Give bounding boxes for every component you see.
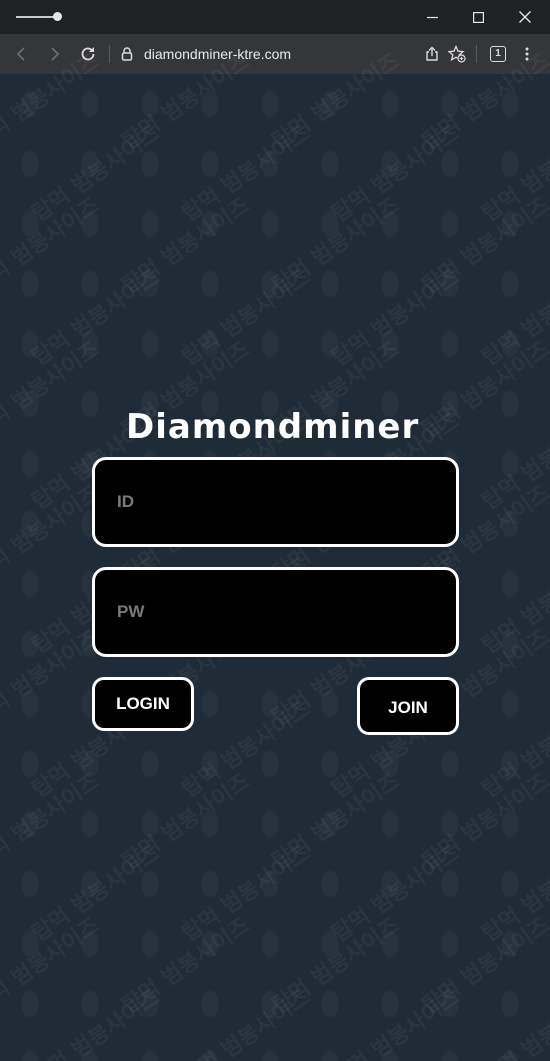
watermark-text: 탑먹 범봉사이즈 xyxy=(327,264,465,372)
watermark-text: 탑먹 범봉사이즈 xyxy=(327,984,465,1061)
share-icon[interactable] xyxy=(420,42,444,66)
tab-switcher-icon[interactable]: 1 xyxy=(490,46,506,62)
watermark-text: 탑먹 범봉사이즈 xyxy=(417,336,550,444)
tab-strip-indicator-knob[interactable] xyxy=(53,12,62,21)
toolbar-divider xyxy=(476,45,477,63)
lock-icon[interactable] xyxy=(120,46,134,62)
watermark-text: 탑먹 범봉사이즈 xyxy=(477,120,550,228)
watermark-text: 탑먹 범봉사이즈 xyxy=(0,768,105,876)
watermark-text: 탑먹 범봉사이즈 xyxy=(0,336,105,444)
watermark-text: 탑먹 범봉사이즈 xyxy=(417,768,550,876)
password-field[interactable] xyxy=(92,567,459,657)
star-add-icon[interactable] xyxy=(445,42,469,66)
watermark-text: 탑먹 범봉사이즈 xyxy=(327,840,465,948)
close-icon[interactable] xyxy=(502,0,548,34)
id-input[interactable] xyxy=(95,460,456,544)
minimize-icon[interactable] xyxy=(409,0,455,34)
watermark-text: 탑먹 범봉사이즈 xyxy=(117,768,255,876)
title-bar xyxy=(0,0,550,34)
watermark-text: 탑먹 범봉사이즈 xyxy=(0,480,105,588)
browser-window: diamondminer-ktre.com 1 탑먹 범봉사이즈 탑먹 범봉사이… xyxy=(0,0,550,1061)
watermark-text: 탑먹 범봉사이즈 xyxy=(177,840,315,948)
watermark-text: 탑먹 범봉사이즈 xyxy=(477,696,550,804)
password-input[interactable] xyxy=(95,570,456,654)
watermark-text: 탑먹 범봉사이즈 xyxy=(27,984,165,1061)
watermark-text: 탑먹 범봉사이즈 xyxy=(267,192,405,300)
watermark-text: 탑먹 범봉사이즈 xyxy=(417,912,550,1020)
arrow-left-icon[interactable] xyxy=(10,42,34,66)
watermark-text: 탑먹 범봉사이즈 xyxy=(477,840,550,948)
watermark-text: 탑먹 범봉사이즈 xyxy=(27,840,165,948)
watermark-text: 탑먹 범봉사이즈 xyxy=(117,912,255,1020)
watermark-text: 탑먹 범봉사이즈 xyxy=(327,120,465,228)
watermark-text: 탑먹 범봉사이즈 xyxy=(177,264,315,372)
watermark-text: 탑먹 범봉사이즈 xyxy=(177,696,315,804)
watermark-text: 탑먹 범봉사이즈 xyxy=(27,120,165,228)
watermark-text: 탑먹 범봉사이즈 xyxy=(117,192,255,300)
watermark-text: 탑먹 범봉사이즈 xyxy=(177,984,315,1061)
watermark-text: 탑먹 범봉사이즈 xyxy=(267,912,405,1020)
reload-icon[interactable] xyxy=(76,42,100,66)
watermark-text: 탑먹 범봉사이즈 xyxy=(0,192,105,300)
watermark-text: 탑먹 범봉사이즈 xyxy=(0,912,105,1020)
watermark-text: 탑먹 범봉사이즈 xyxy=(27,264,165,372)
watermark-text: 탑먹 범봉사이즈 xyxy=(477,408,550,516)
watermark-text: 탑먹 범봉사이즈 xyxy=(177,120,315,228)
watermark-text: 탑먹 범봉사이즈 xyxy=(478,984,550,1061)
login-button[interactable]: LOGIN xyxy=(92,677,194,731)
toolbar-divider xyxy=(109,45,110,63)
watermark-text: 탑먹 범봉사이즈 xyxy=(417,192,550,300)
maximize-icon[interactable] xyxy=(455,0,501,34)
join-button[interactable]: JOIN xyxy=(357,677,459,735)
browser-toolbar: diamondminer-ktre.com 1 xyxy=(0,34,550,74)
watermark-text: 탑먹 범봉사이즈 xyxy=(477,264,550,372)
watermark-text: 탑먹 범봉사이즈 xyxy=(267,768,405,876)
arrow-right-icon[interactable] xyxy=(42,42,66,66)
page-title: Diamondminer xyxy=(126,407,420,447)
address-bar-url[interactable]: diamondminer-ktre.com xyxy=(144,45,291,63)
watermark-text: 탑먹 범봉사이즈 xyxy=(477,552,550,660)
id-field[interactable] xyxy=(92,457,459,547)
watermark-text: 탑먹 범봉사이즈 xyxy=(0,624,105,732)
kebab-menu-icon[interactable] xyxy=(515,42,539,66)
